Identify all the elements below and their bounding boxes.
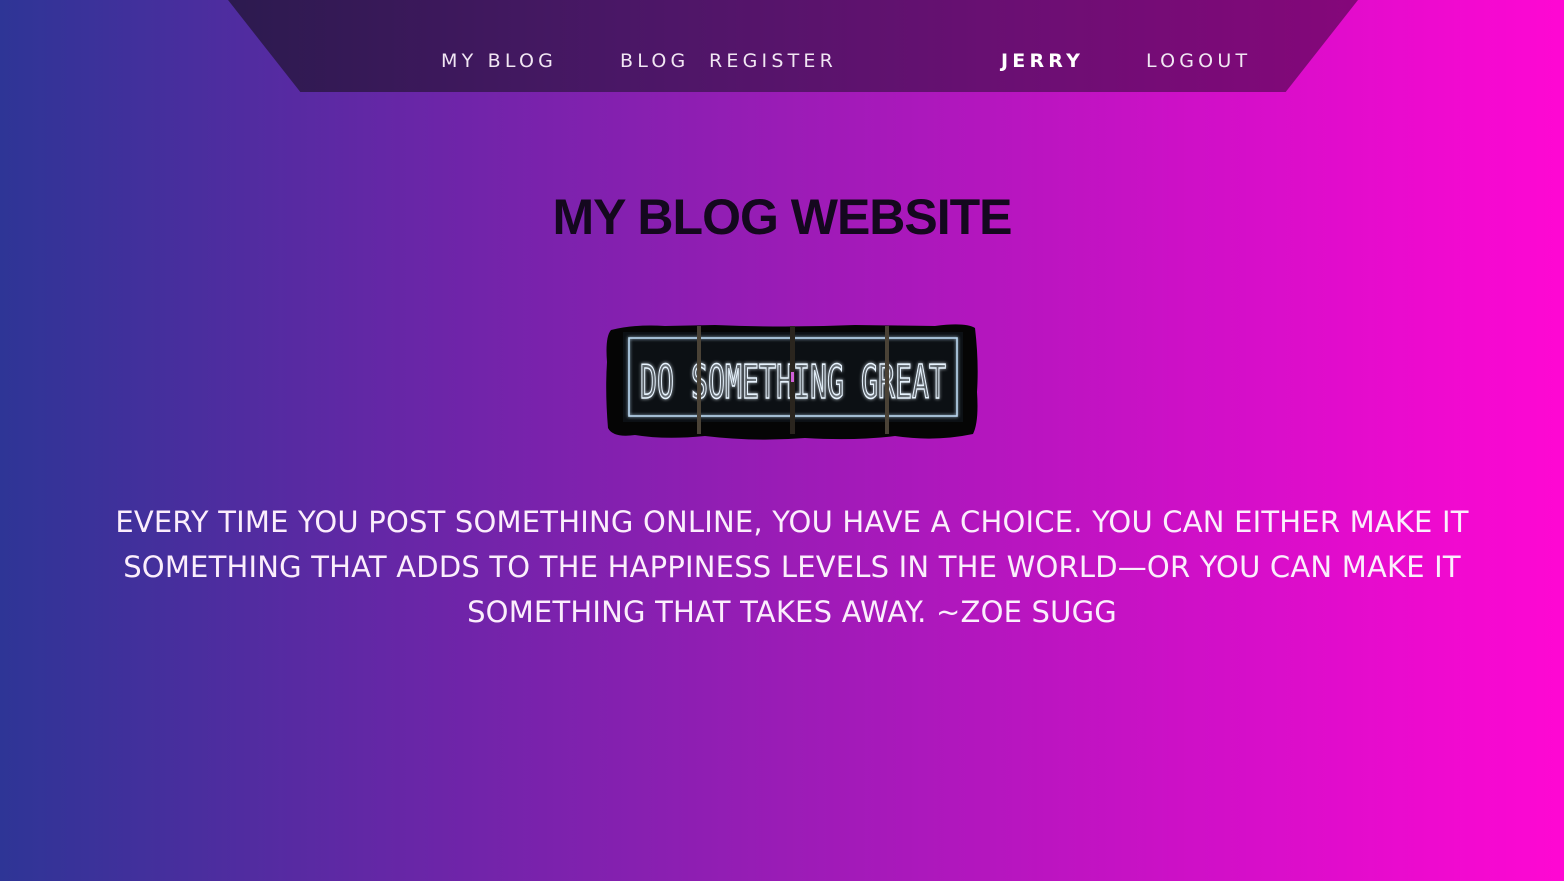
nav-link-blog[interactable]: BLOG (620, 50, 689, 72)
page-title: MY BLOG WEBSITE (552, 189, 1012, 245)
nav-link-logout[interactable]: LOGOUT (1146, 50, 1251, 72)
neon-sign-image: DO SOMETHING GREAT (606, 324, 978, 440)
nav-link-my-blog[interactable]: MY BLOG (441, 50, 557, 72)
quote-text: EVERY TIME YOU POST SOMETHING ONLINE, YO… (115, 505, 1469, 629)
nav-username[interactable]: JERRY (1001, 50, 1084, 72)
top-navbar (228, 0, 1358, 92)
nav-link-register[interactable]: REGISTER (709, 50, 837, 72)
